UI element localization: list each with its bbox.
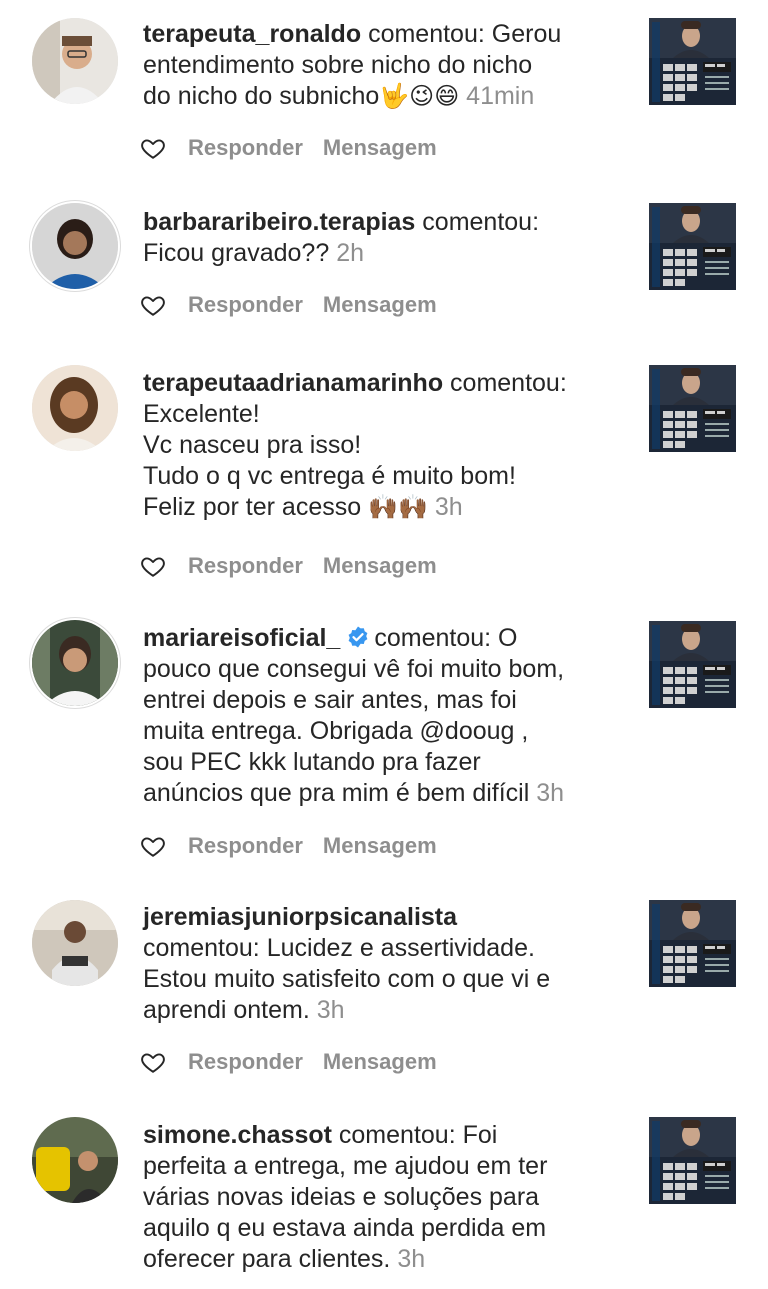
comment-line: Tudo o q vc entrega é muito bom! <box>143 462 516 490</box>
comment-verb: comentou: <box>143 934 260 962</box>
comment-line: O <box>498 624 518 652</box>
comment-line: entrei depois e sair antes, mas foi <box>143 686 517 714</box>
comment-line: Gerou <box>491 20 562 48</box>
comment-line: Estou muito satisfeito com o que vi e <box>143 965 551 993</box>
timestamp: 41min <box>466 82 535 110</box>
comment-text: barbararibeiro.terapias comentou: Ficou … <box>143 207 628 269</box>
comment-line: várias novas ideias e soluções para <box>143 1183 540 1211</box>
comment-text: simone.chassot comentou: Foi perfeita a … <box>143 1120 628 1275</box>
message-button[interactable]: Mensagem <box>323 292 437 318</box>
comment-actions: Responder Mensagem <box>140 1047 437 1077</box>
avatar[interactable] <box>32 620 118 706</box>
comment-verb: comentou: <box>422 208 540 236</box>
avatar[interactable] <box>32 1117 118 1203</box>
avatar[interactable] <box>32 900 118 986</box>
reply-button[interactable]: Responder <box>188 553 303 579</box>
timestamp: 2h <box>336 239 364 267</box>
comment-line: Vc nasceu pra isso! <box>143 431 362 459</box>
verified-badge-icon <box>348 626 368 648</box>
comment-actions: Responder Mensagem <box>140 290 437 320</box>
timestamp: 3h <box>316 996 345 1024</box>
message-button[interactable]: Mensagem <box>323 833 437 859</box>
comment-verb: comentou: <box>374 624 492 652</box>
timestamp: 3h <box>434 493 463 521</box>
heart-outline-icon[interactable] <box>140 292 166 318</box>
comment-actions: Responder Mensagem <box>140 831 437 861</box>
comment-line: anúncios que pra mim é bem difícil <box>143 779 530 807</box>
post-thumbnail[interactable] <box>649 203 736 290</box>
username[interactable]: terapeutaadrianamarinho <box>143 369 443 397</box>
heart-outline-icon[interactable] <box>140 833 166 859</box>
comment-line: Foi <box>462 1121 498 1149</box>
message-button[interactable]: Mensagem <box>323 135 437 161</box>
comment-line: oferecer para clientes. <box>143 1245 391 1273</box>
comment-line: Feliz por ter acesso <box>143 493 362 521</box>
comment-actions: Responder Mensagem <box>140 551 437 581</box>
comment-line: sou PEC kkk lutando pra fazer <box>143 748 481 776</box>
username[interactable]: barbararibeiro.terapias <box>143 208 415 236</box>
post-thumbnail[interactable] <box>649 1117 736 1204</box>
message-button[interactable]: Mensagem <box>323 1049 437 1075</box>
comment-line: do nicho do subnicho <box>143 82 380 110</box>
post-thumbnail[interactable] <box>649 365 736 452</box>
comment-text: jeremiasjuniorpsicanalista comentou: Luc… <box>143 902 628 1026</box>
reply-button[interactable]: Responder <box>188 135 303 161</box>
comment-line: Excelente! <box>143 400 260 428</box>
comment-line: perfeita a entrega, me ajudou em ter <box>143 1152 548 1180</box>
comment-verb: comentou: <box>338 1121 456 1149</box>
reply-button[interactable]: Responder <box>188 1049 303 1075</box>
avatar[interactable] <box>32 18 118 104</box>
comment-line: pouco que consegui vê foi muito bom, <box>143 655 565 683</box>
comment-line: Lucidez e assertividade. <box>266 934 535 962</box>
post-thumbnail[interactable] <box>649 18 736 105</box>
avatar[interactable] <box>32 365 118 451</box>
comment-verb: comentou: <box>368 20 485 48</box>
comment-line: entendimento sobre nicho do nicho <box>143 51 533 79</box>
timestamp: 3h <box>536 779 565 807</box>
comment-text: terapeuta_ronaldo comentou: Gerou entend… <box>143 19 628 112</box>
post-thumbnail[interactable] <box>649 621 736 708</box>
comment-actions: Responder Mensagem <box>140 133 437 163</box>
timestamp: 3h <box>397 1245 426 1273</box>
comment-text: mariareisoficial_ comentou: O pouco que c… <box>143 623 628 809</box>
username[interactable]: mariareisoficial_ <box>143 624 340 652</box>
avatar[interactable] <box>32 203 118 289</box>
comment-line: aprendi ontem. <box>143 996 310 1024</box>
heart-outline-icon[interactable] <box>140 135 166 161</box>
username[interactable]: simone.chassot <box>143 1121 332 1149</box>
emoji: 🤟😉😄 <box>379 83 460 110</box>
heart-outline-icon[interactable] <box>140 1049 166 1075</box>
username[interactable]: jeremiasjuniorpsicanalista <box>143 903 457 931</box>
post-thumbnail[interactable] <box>649 900 736 987</box>
comment-line: Ficou gravado?? <box>143 239 330 267</box>
username[interactable]: terapeuta_ronaldo <box>143 20 361 48</box>
heart-outline-icon[interactable] <box>140 553 166 579</box>
comment-line: aquilo q eu estava ainda perdida em <box>143 1214 547 1242</box>
reply-button[interactable]: Responder <box>188 292 303 318</box>
message-button[interactable]: Mensagem <box>323 553 437 579</box>
reply-button[interactable]: Responder <box>188 833 303 859</box>
comment-verb: comentou: <box>450 369 567 397</box>
comment-text: terapeutaadrianamarinho comentou: Excele… <box>143 368 628 523</box>
emoji: 🙌🏾🙌🏾 <box>368 494 428 521</box>
comment-line: muita entrega. Obrigada @dooug , <box>143 717 529 745</box>
